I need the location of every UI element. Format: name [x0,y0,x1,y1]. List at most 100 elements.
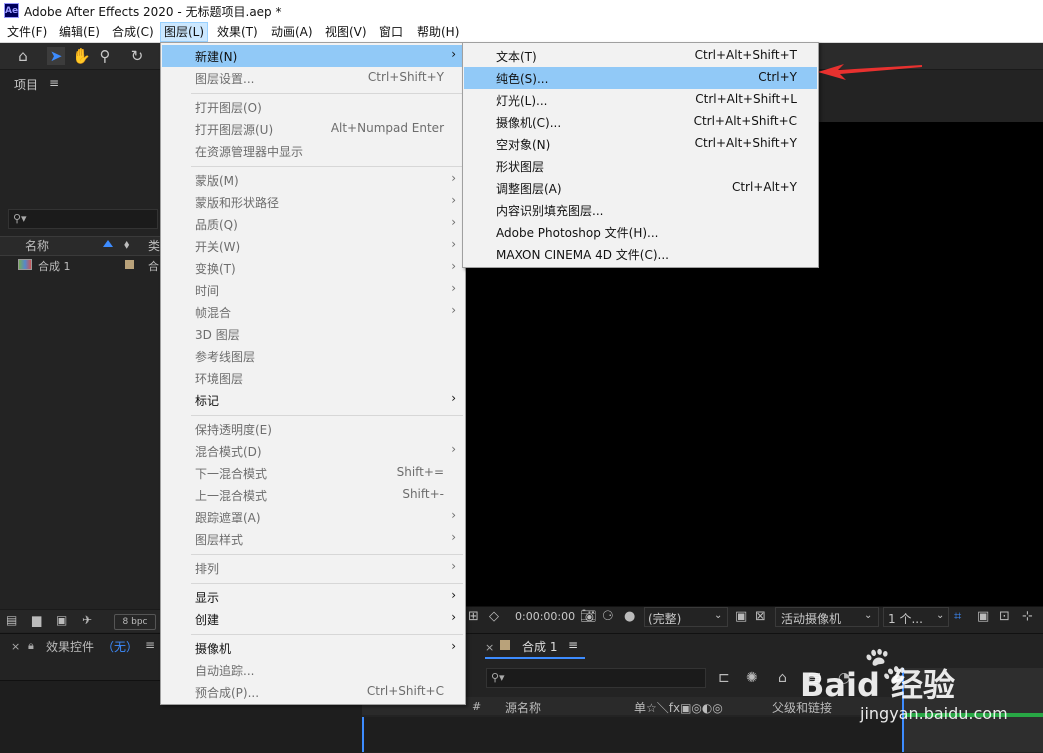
zoom-tool-icon[interactable]: ⚲ [96,47,114,65]
timeline-layers-area[interactable] [362,717,902,752]
new-submenu-item-5[interactable]: 形状图层 [464,155,817,177]
new-submenu-item-9[interactable]: MAXON CINEMA 4D 文件(C)... [464,243,817,265]
layer-menu-item-23[interactable]: 跟踪遮罩(A) › [162,506,464,528]
menu-item-label: 跟踪遮罩(A) [195,511,261,525]
layer-menu-item-3[interactable]: 打开图层(O) [162,96,464,118]
layer-menu-item-7[interactable]: 蒙版(M) › [162,169,464,191]
new-submenu-item-7[interactable]: 内容识别填充图层... [464,199,817,221]
menu-item-shortcut: Ctrl+Alt+Shift+C [693,114,797,128]
menu-item-label: 形状图层 [496,160,545,174]
new-submenu-item-0[interactable]: 文本(T) Ctrl+Alt+Shift+T [464,45,817,67]
close-icon[interactable]: × [485,641,494,654]
region-of-interest-icon[interactable]: ◇ [489,609,499,624]
timeline-menu-icon[interactable]: ≡ [568,638,578,652]
layer-menu-item-13[interactable]: 帧混合 › [162,301,464,323]
menubar-item-6[interactable]: 视图(V) [322,22,370,42]
snapshot-camera-icon[interactable]: 📷︎ [580,609,597,624]
menubar-item-2[interactable]: 合成(C) [109,22,157,42]
timeline-icon[interactable]: ⊡ [999,609,1010,624]
menubar-item-1[interactable]: 编辑(E) [56,22,103,42]
menubar-item-8[interactable]: 帮助(H) [414,22,462,42]
layer-menu-item-0[interactable]: 新建(N) › [162,45,464,67]
layer-menu-item-31[interactable]: 摄像机 › [162,637,464,659]
project-search-input[interactable]: ⚲▾ [8,209,158,229]
layer-menu-item-4[interactable]: 打开图层源(U) Alt+Numpad Enter [162,118,464,140]
layer-menu-item-9[interactable]: 品质(Q) › [162,213,464,235]
layer-menu-item-8[interactable]: 蒙版和形状路径 › [162,191,464,213]
layer-menu-item-11[interactable]: 变换(T) › [162,257,464,279]
selection-tool-icon[interactable]: ➤ [47,47,65,65]
hand-tool-icon[interactable]: ✋ [72,47,91,65]
flowchart-icon[interactable]: ⊹ [1022,609,1033,624]
lock-icon[interactable]: 🔒︎ [28,639,34,653]
layer-menu-item-32[interactable]: 自动追踪... [162,659,464,681]
project-panel-menu-icon[interactable]: ≡ [49,76,59,90]
timeline-search-input[interactable]: ⚲▾ [486,668,706,688]
layer-menu-item-20[interactable]: 混合模式(D) › [162,440,464,462]
project-item-name[interactable]: 合成 1 [38,258,71,274]
layer-menu-item-28[interactable]: 显示 › [162,586,464,608]
layer-menu-item-10[interactable]: 开关(W) › [162,235,464,257]
menubar-item-7[interactable]: 窗口 [376,22,406,42]
fast-previews-menu-icon[interactable]: ▣ [977,609,989,624]
source-name-column[interactable]: 源名称 [505,699,541,716]
new-submenu-item-2[interactable]: 灯光(L)... Ctrl+Alt+Shift+L [464,89,817,111]
layer-menu-item-24[interactable]: 图层样式 › [162,528,464,550]
render-queue-icon[interactable]: ✈ [82,613,92,627]
transparency-grid-icon[interactable]: ⊠ [755,609,766,624]
column-name-header[interactable]: 名称 [25,237,49,254]
new-submenu-item-6[interactable]: 调整图层(A) Ctrl+Alt+Y [464,177,817,199]
submenu-chevron-right-icon: › [451,610,456,624]
layer-menu-item-12[interactable]: 时间 › [162,279,464,301]
new-submenu-item-8[interactable]: Adobe Photoshop 文件(H)... [464,221,817,243]
label-tag-icon[interactable]: ⬧ [124,237,129,252]
timeline-tab-title[interactable]: 合成 1 [522,638,557,655]
current-time[interactable]: 0:00:00:00 [515,610,575,623]
layer-menu-item-15[interactable]: 参考线图层 [162,345,464,367]
menubar-item-0[interactable]: 文件(F) [4,22,50,42]
effects-panel-menu-icon[interactable]: ≡ [145,638,155,652]
layer-menu-item-29[interactable]: 创建 › [162,608,464,630]
new-submenu-item-4[interactable]: 空对象(N) Ctrl+Alt+Shift+Y [464,133,817,155]
layer-menu-item-22[interactable]: 上一混合模式 Shift+- [162,484,464,506]
effects-panel-title[interactable]: 效果控件 [46,638,94,655]
layer-menu-item-21[interactable]: 下一混合模式 Shift+= [162,462,464,484]
layer-menu-item-14[interactable]: 3D 图层 [162,323,464,345]
show-snapshot-icon[interactable]: ⚆ [602,609,614,624]
menubar-item-4[interactable]: 效果(T) [214,22,261,42]
menu-item-label: 帧混合 [195,306,232,320]
grid-icon[interactable]: ⊞ [468,609,479,624]
new-composition-icon[interactable]: ▣ [56,613,67,627]
layer-menu-item-26[interactable]: 排列 › [162,557,464,579]
menubar-item-3[interactable]: 图层(L) [160,22,209,42]
layer-menu-item-1[interactable]: 图层设置... Ctrl+Shift+Y [162,67,464,89]
menu-item-label: 创建 [195,613,220,627]
home-icon[interactable]: ⌂ [14,47,32,65]
layer-menu-item-33[interactable]: 预合成(P)... Ctrl+Shift+C [162,681,464,703]
layer-menu-item-17[interactable]: 标记 › [162,389,464,411]
fast-previews-icon[interactable]: ▣ [735,609,747,624]
interpret-footage-icon[interactable]: ▤ [6,613,17,627]
new-folder-icon[interactable]: ▆ [32,613,41,627]
layer-menu-item-16[interactable]: 环境图层 [162,367,464,389]
draft-3d-icon[interactable]: ✺ [746,670,758,686]
color-channels-icon[interactable]: ● [624,609,635,624]
chevron-down-icon: ⌄ [714,610,723,621]
close-icon[interactable]: × [11,640,20,653]
toggle-pixel-aspect-icon[interactable]: ⌗ [954,609,961,624]
rotate-tool-icon[interactable]: ↻ [128,47,146,65]
submenu-chevron-right-icon: › [451,47,456,61]
shy-layers-icon[interactable]: ⌂ [778,670,787,686]
layer-menu-item-5[interactable]: 在资源管理器中显示 [162,140,464,162]
new-submenu-item-1[interactable]: 纯色(S)... Ctrl+Y [464,67,817,89]
new-submenu-item-3[interactable]: 摄像机(C)... Ctrl+Alt+Shift+C [464,111,817,133]
menu-item-label: Adobe Photoshop 文件(H)... [496,226,659,240]
composition-mini-flowchart-icon[interactable]: ⊏ [718,670,730,686]
bit-depth-button[interactable]: 8 bpc [114,614,156,630]
label-color-swatch[interactable] [125,260,134,269]
menu-item-label: 打开图层源(U) [195,123,274,137]
sort-ascending-icon[interactable] [103,240,113,247]
layer-menu-item-19[interactable]: 保持透明度(E) [162,418,464,440]
menubar-item-5[interactable]: 动画(A) [268,22,316,42]
column-type-header[interactable]: 类 [148,237,160,254]
